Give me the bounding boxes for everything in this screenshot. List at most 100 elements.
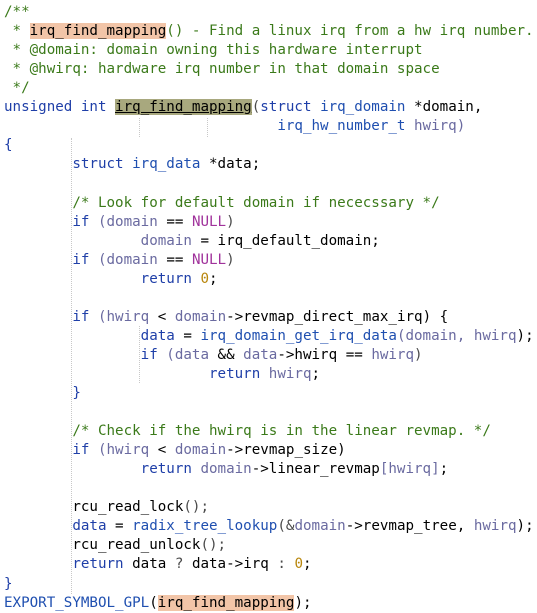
code-token: irq_hw_number_t [277, 118, 406, 135]
code-token: */ [4, 80, 30, 97]
code-token: *data; [200, 156, 261, 173]
code-line[interactable]: return data ? data->irq : 0; [4, 555, 311, 574]
code-line[interactable]: irq_hw_number_t hwirq) [4, 117, 465, 136]
code-token: (& [277, 518, 295, 535]
code-line[interactable]: if (hwirq < domain->revmap_direct_max_ir… [4, 308, 448, 327]
code-token: data [191, 556, 227, 573]
code-line[interactable]: rcu_read_unlock(); [4, 536, 226, 555]
code-line[interactable]: return 0; [4, 270, 218, 289]
code-token: ) [414, 346, 423, 363]
code-token: domain [174, 442, 227, 459]
code-token: 0 [294, 556, 303, 573]
code-token: ; [209, 270, 218, 287]
code-line[interactable]: if (domain == NULL) [4, 251, 235, 270]
code-token: * @hwirq: hardware irq number in that do… [4, 61, 440, 78]
code-token: return [4, 556, 133, 573]
code-line[interactable]: data = irq_domain_get_irq_data(domain, h… [4, 327, 534, 346]
code-line[interactable]: unsigned int irq_find_mapping(struct irq… [4, 98, 482, 117]
code-token: radix_tree_lookup [132, 518, 278, 535]
code-editor[interactable]: /** * irq_find_mapping() - Find a linux … [0, 0, 537, 611]
code-line[interactable]: */ [4, 79, 30, 98]
code-token: = [183, 327, 201, 344]
code-token: = [115, 518, 133, 535]
code-token: (domain [97, 251, 167, 268]
code-token: ); [516, 518, 534, 535]
code-token: domain [294, 518, 346, 535]
code-token: == [166, 213, 192, 230]
code-token: struct [4, 156, 133, 173]
code-token: (data [166, 346, 218, 363]
code-token: ) [226, 251, 235, 268]
code-line[interactable]: rcu_read_lock(); [4, 498, 209, 517]
code-token: return [4, 365, 269, 382]
code-token: (hwirq [97, 308, 158, 325]
code-token: && [217, 346, 244, 363]
code-line[interactable]: * @hwirq: hardware irq number in that do… [4, 60, 440, 79]
code-line[interactable]: return hwirq; [4, 365, 320, 384]
code-token: if [4, 346, 167, 363]
search-match: irq_find_mapping [29, 23, 167, 40]
code-token: irq_domain [320, 99, 406, 116]
code-token: domain [174, 308, 227, 325]
code-token: ->hwirq [277, 346, 346, 363]
code-token: ); [516, 327, 534, 344]
code-token: ( [251, 99, 261, 116]
code-line[interactable]: { [4, 136, 13, 155]
code-token: unsigned int [4, 99, 116, 116]
code-token: ->revmap_direct_max_irq) { [226, 308, 449, 325]
code-line[interactable]: /* Check if the hwirq is in the linear r… [4, 422, 491, 441]
code-token: return [4, 461, 201, 478]
code-token: == [166, 251, 192, 268]
code-token: * [4, 23, 30, 40]
code-token: if [4, 442, 98, 459]
code-line[interactable]: if (domain == NULL) [4, 213, 235, 232]
code-token: ) [226, 213, 235, 230]
code-token: (domain, [396, 327, 474, 344]
code-line[interactable]: if (data && data->hwirq == hwirq) [4, 346, 423, 365]
code-token: hwirq [473, 327, 517, 344]
code-token: rcu_read_lock [4, 499, 184, 516]
code-line[interactable]: return domain->linear_revmap[hwirq]; [4, 460, 449, 479]
code-token: hwirq) [405, 118, 466, 135]
search-match: irq_find_mapping [115, 99, 252, 116]
code-token: == [345, 346, 372, 363]
code-token: if [4, 213, 98, 230]
code-line[interactable]: data = radix_tree_lookup(&domain->revmap… [4, 517, 534, 536]
code-line[interactable]: if (hwirq < domain->revmap_size) [4, 441, 345, 460]
code-token: return [4, 270, 201, 287]
code-token: ->irq [226, 556, 278, 573]
code-token: *domain, [405, 99, 483, 116]
code-token: ( [149, 594, 158, 611]
code-token: data [4, 327, 184, 344]
code-line[interactable]: domain = irq_default_domain; [4, 232, 380, 251]
code-token: if [4, 308, 98, 325]
code-token: (); [183, 499, 209, 516]
code-line[interactable]: } [4, 384, 81, 403]
code-token: domain [4, 232, 201, 249]
code-line[interactable]: * irq_find_mapping() - Find a linux irq … [4, 22, 534, 41]
code-line[interactable]: /* Look for default domain if nececssary… [4, 194, 439, 213]
code-line[interactable]: EXPORT_SYMBOL_GPL(irq_find_mapping); [4, 594, 312, 613]
code-line[interactable]: /** [4, 3, 30, 22]
code-line[interactable]: struct irq_data *data; [4, 155, 260, 174]
code-token: [hwirq] [379, 461, 440, 478]
code-token: hwirq [371, 346, 415, 363]
code-token: NULL [191, 213, 227, 230]
code-token: < [157, 308, 175, 325]
code-line[interactable]: * @domain: domain owning this hardware i… [4, 41, 423, 60]
code-token: ->revmap_tree, [345, 518, 474, 535]
code-token: ->linear_revmap [251, 461, 380, 478]
code-token: rcu_read_unlock [4, 537, 201, 554]
code-token: } [4, 575, 13, 592]
code-line[interactable]: } [4, 575, 13, 594]
code-token: NULL [191, 251, 227, 268]
code-token: 0 [200, 270, 210, 287]
code-token: (); [200, 537, 227, 554]
code-token: : [277, 556, 295, 573]
code-token: (hwirq [97, 442, 158, 459]
code-token: * @domain: domain owning this hardware i… [4, 42, 423, 59]
code-token: EXPORT_SYMBOL_GPL [4, 594, 150, 611]
code-token: ? [174, 556, 192, 573]
code-token: data [4, 518, 116, 535]
code-token: ); [294, 594, 312, 611]
